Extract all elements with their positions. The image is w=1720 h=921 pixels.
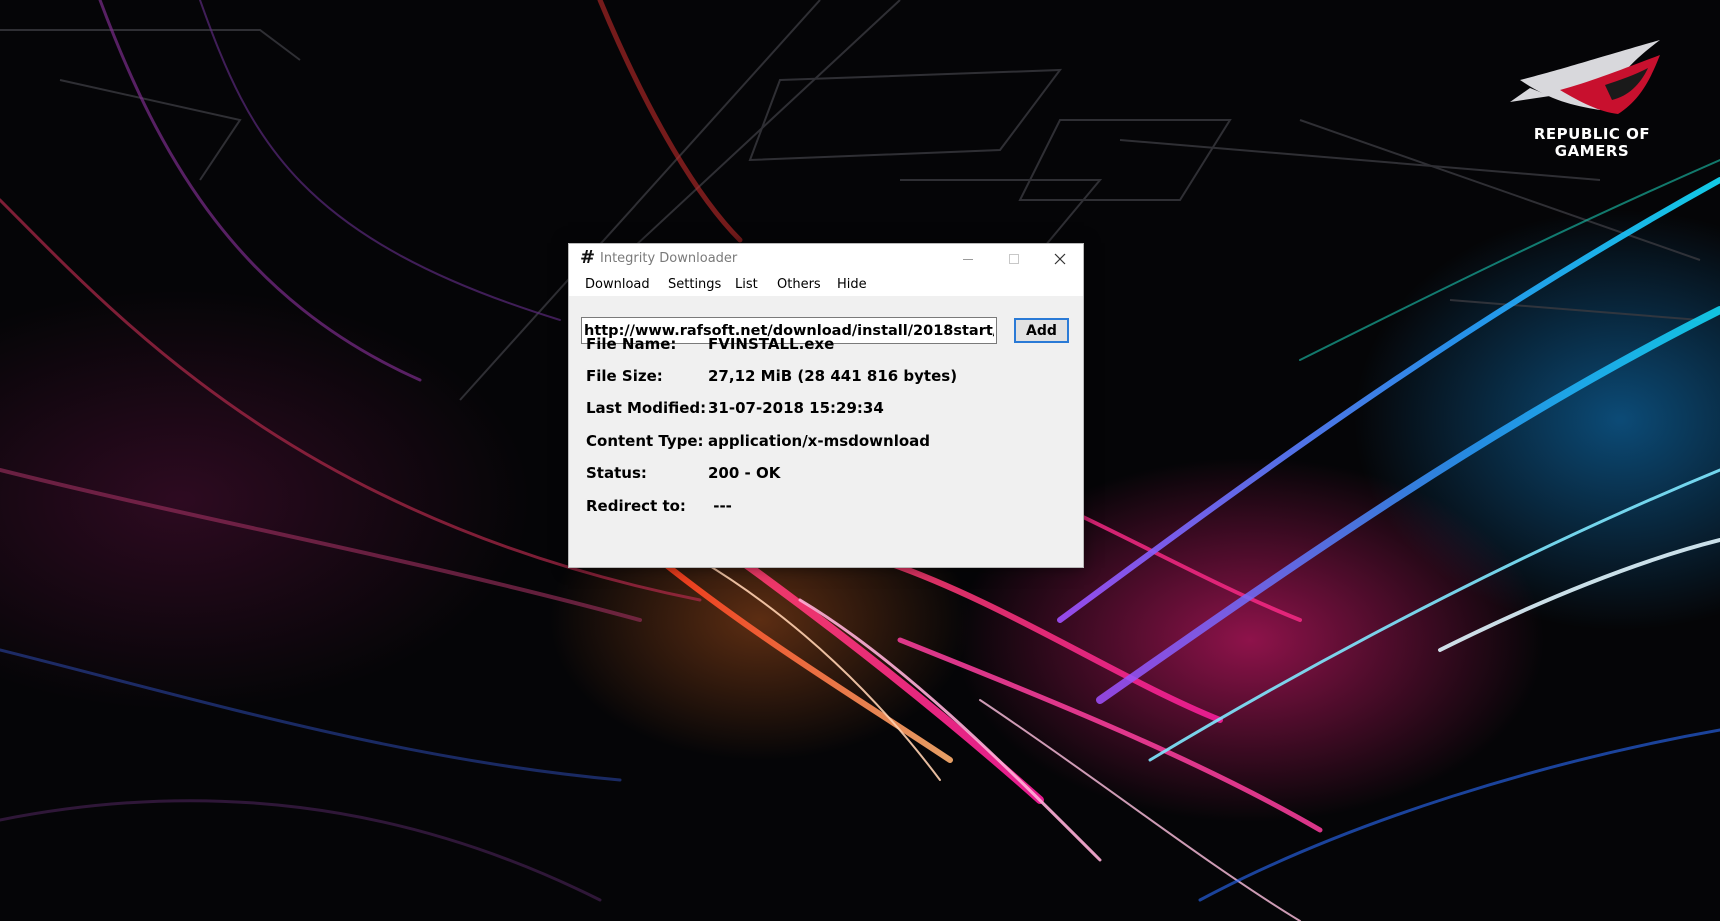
rog-brand-line1: REPUBLIC OF <box>1533 125 1651 143</box>
last-modified-value: 31-07-2018 15:29:34 <box>708 399 884 417</box>
file-size-value: 27,12 MiB (28 441 816 bytes) <box>708 367 958 385</box>
integrity-downloader-window: # Integrity Downloader Download Settings… <box>568 243 1084 568</box>
redirect-value: --- <box>708 497 732 515</box>
status-value: 200 - OK <box>708 464 781 482</box>
maximize-button[interactable] <box>991 244 1037 274</box>
menu-hide[interactable]: Hide <box>837 277 867 292</box>
menu-list[interactable]: List <box>735 277 758 292</box>
file-name-value: FVINSTALL.exe <box>708 335 835 353</box>
minimize-icon <box>963 259 973 260</box>
rog-brand-line2: GAMERS <box>1554 142 1630 160</box>
window-title: Integrity Downloader <box>600 251 738 266</box>
menu-download[interactable]: Download <box>585 277 650 292</box>
status-label: Status: <box>586 464 647 482</box>
hash-icon: # <box>580 247 596 268</box>
rog-brand-text: REPUBLIC OF GAMERS <box>1500 126 1684 160</box>
menu-others[interactable]: Others <box>777 277 821 292</box>
title-bar[interactable]: # Integrity Downloader <box>569 244 1083 274</box>
file-name-label: File Name: <box>586 335 677 353</box>
maximize-icon <box>1009 254 1019 264</box>
content-type-label: Content Type: <box>586 432 704 450</box>
minimize-button[interactable] <box>945 244 991 274</box>
menu-bar: Download Settings List Others Hide <box>569 274 1083 296</box>
last-modified-label: Last Modified: <box>586 399 707 417</box>
menu-settings[interactable]: Settings <box>668 277 721 292</box>
close-button[interactable] <box>1037 244 1083 274</box>
close-icon <box>1054 253 1066 265</box>
content-type-value: application/x-msdownload <box>708 432 931 450</box>
redirect-label: Redirect to: <box>586 497 686 515</box>
add-button[interactable]: Add <box>1014 318 1069 343</box>
file-size-label: File Size: <box>586 367 663 385</box>
